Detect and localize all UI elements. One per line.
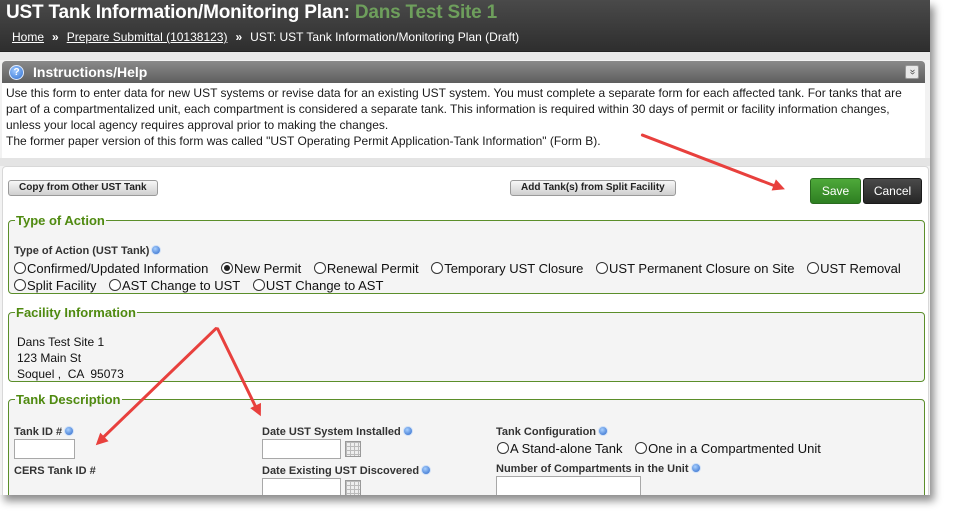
facility-information-section: Facility Information Dans Test Site 1 12…: [8, 305, 925, 382]
cancel-button[interactable]: Cancel: [863, 178, 922, 204]
help-icon[interactable]: [598, 426, 609, 436]
facility-street: 123 Main St: [17, 351, 82, 365]
facility-name: Dans Test Site 1: [17, 335, 105, 349]
radio-permanent-closure[interactable]: UST Permanent Closure on Site: [596, 261, 795, 276]
help-line: part of a compartmentalized unit, each c…: [6, 102, 890, 116]
radio-label: One in a Compartmented Unit: [648, 441, 821, 456]
title-prefix: UST Tank Information/Monitoring Plan:: [6, 2, 355, 23]
compartments-input[interactable]: [496, 476, 641, 495]
breadcrumb-separator-icon: »: [235, 30, 243, 44]
radio-ast-to-ust[interactable]: AST Change to UST: [108, 278, 241, 293]
radio-icon: [596, 262, 609, 274]
type-of-action-section: Type of Action Type of Action (UST Tank)…: [8, 213, 925, 294]
radio-icon: [313, 262, 326, 274]
divider: [0, 158, 930, 166]
breadcrumb: Home » Prepare Submittal (10138123) » UST: U…: [12, 30, 519, 44]
radio-split-facility[interactable]: Split Facility: [14, 278, 96, 293]
breadcrumb-submittal[interactable]: Prepare Submittal (10138123): [67, 30, 228, 44]
help-icon[interactable]: [151, 245, 162, 255]
help-panel-header[interactable]: ? Instructions/Help »: [2, 61, 925, 83]
radio-temporary-closure[interactable]: Temporary UST Closure: [431, 261, 583, 276]
section-legend: Type of Action: [16, 213, 105, 228]
page-header: UST Tank Information/Monitoring Plan: Da…: [0, 0, 930, 52]
help-text: Use this form to enter data for new UST …: [2, 83, 925, 158]
radio-label: Split Facility: [27, 278, 97, 293]
tank-configuration-label: Tank Configuration: [496, 426, 609, 438]
radio-selected-icon: [221, 262, 233, 274]
radio-icon: [14, 279, 26, 291]
page-title: UST Tank Information/Monitoring Plan: Da…: [6, 2, 497, 24]
radio-icon: [108, 279, 121, 291]
label-text: Date Existing UST Discovered: [262, 465, 420, 477]
tank-id-label: Tank ID #: [14, 426, 75, 438]
cers-tank-id-label: CERS Tank ID #: [14, 465, 96, 477]
breadcrumb-separator-icon: »: [52, 30, 59, 44]
radio-label: New Permit: [234, 261, 302, 276]
compartments-label: Number of Compartments in the Unit: [496, 463, 701, 475]
tank-description-section: Tank Description Tank ID # CERS Tank ID …: [8, 392, 925, 495]
type-of-action-row-1: Confirmed/Updated Information New Permit…: [14, 261, 910, 276]
app-window: UST Tank Information/Monitoring Plan: Da…: [0, 0, 930, 495]
radio-icon: [14, 262, 26, 274]
breadcrumb-current: UST: UST Tank Information/Monitoring Pla…: [250, 30, 520, 44]
section-legend: Tank Description: [16, 392, 121, 407]
radio-label: Renewal Permit: [326, 261, 419, 276]
tank-configuration-options: A Stand-alone Tank One in a Compartmente…: [497, 441, 830, 456]
radio-ust-removal[interactable]: UST Removal: [807, 261, 901, 276]
breadcrumb-home[interactable]: Home: [12, 30, 44, 44]
help-line: unless your local agency requires approv…: [6, 118, 389, 132]
facility-city-line: Soquel , CA 95073: [17, 367, 124, 381]
calendar-icon[interactable]: [345, 480, 361, 495]
radio-icon: [252, 279, 265, 291]
date-installed-input[interactable]: [262, 439, 341, 459]
date-discovered-input[interactable]: [262, 478, 341, 495]
label-text: Tank ID #: [14, 426, 63, 438]
divider: [0, 52, 930, 60]
collapse-icon[interactable]: »: [905, 65, 919, 79]
help-icon: ?: [9, 65, 24, 80]
section-legend: Facility Information: [16, 305, 136, 320]
radio-renewal-permit[interactable]: Renewal Permit: [313, 261, 419, 276]
help-icon[interactable]: [64, 426, 75, 436]
help-line: Use this form to enter data for new UST …: [6, 86, 902, 100]
radio-new-permit[interactable]: New Permit: [221, 261, 301, 276]
radio-icon: [497, 442, 509, 454]
radio-compartmented-unit[interactable]: One in a Compartmented Unit: [635, 441, 821, 456]
radio-label: Confirmed/Updated Information: [27, 261, 209, 276]
label-text: Type of Action (UST Tank): [14, 245, 150, 257]
help-line: The former paper version of this form wa…: [6, 134, 601, 148]
radio-label: Temporary UST Closure: [444, 261, 584, 276]
date-installed-label: Date UST System Installed: [262, 426, 413, 438]
tank-form: Copy from Other UST Tank Add Tank(s) fro…: [2, 166, 929, 495]
radio-label: UST Permanent Closure on Site: [609, 261, 795, 276]
label-text: Tank Configuration: [496, 426, 597, 438]
help-icon[interactable]: [690, 463, 701, 473]
copy-from-other-tank-button[interactable]: Copy from Other UST Tank: [8, 180, 158, 196]
site-name: Dans Test Site 1: [354, 2, 497, 23]
calendar-icon[interactable]: [345, 441, 361, 457]
help-icon[interactable]: [402, 426, 413, 436]
radio-label: UST Change to AST: [265, 278, 384, 293]
add-tanks-from-split-facility-button[interactable]: Add Tank(s) from Split Facility: [510, 180, 676, 196]
radio-label: UST Removal: [820, 261, 901, 276]
radio-label: A Stand-alone Tank: [510, 441, 623, 456]
label-text: Date UST System Installed: [262, 426, 401, 438]
radio-icon: [431, 262, 444, 274]
type-of-action-row-2: Split Facility AST Change to UST UST Cha…: [14, 278, 392, 293]
radio-icon: [807, 262, 820, 274]
label-text: Number of Compartments in the Unit: [496, 463, 689, 475]
type-of-action-label: Type of Action (UST Tank): [14, 245, 162, 257]
radio-icon: [635, 442, 648, 454]
radio-label: AST Change to UST: [121, 278, 241, 293]
help-icon[interactable]: [421, 465, 432, 475]
tank-id-input[interactable]: [14, 439, 75, 459]
radio-stand-alone-tank[interactable]: A Stand-alone Tank: [497, 441, 623, 456]
date-discovered-label: Date Existing UST Discovered: [262, 465, 432, 477]
radio-confirmed-updated[interactable]: Confirmed/Updated Information: [14, 261, 208, 276]
radio-ust-to-ast[interactable]: UST Change to AST: [252, 278, 384, 293]
save-button[interactable]: Save: [810, 178, 861, 204]
help-title: Instructions/Help: [33, 64, 148, 80]
